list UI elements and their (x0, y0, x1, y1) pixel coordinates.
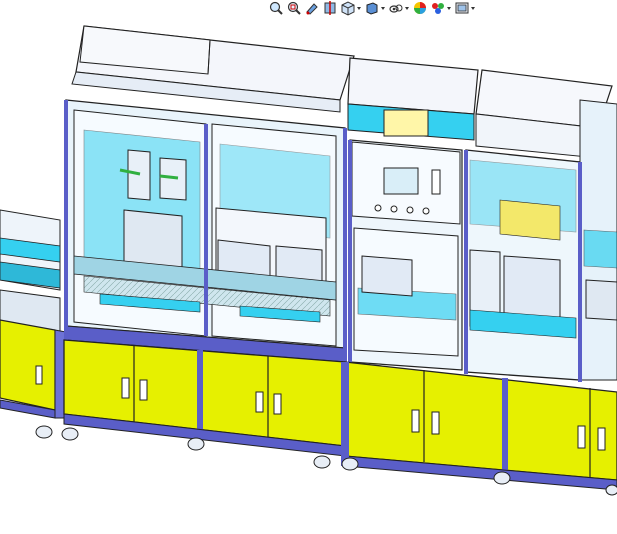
left-conveyor-module (0, 209, 67, 419)
machine-module-right (464, 69, 617, 382)
hmi-touchscreen (383, 167, 419, 195)
status-display-screen (383, 109, 429, 137)
machine-module-left (64, 25, 355, 363)
control-panel-module (347, 57, 479, 371)
cad-graphics-area[interactable] (0, 0, 617, 534)
